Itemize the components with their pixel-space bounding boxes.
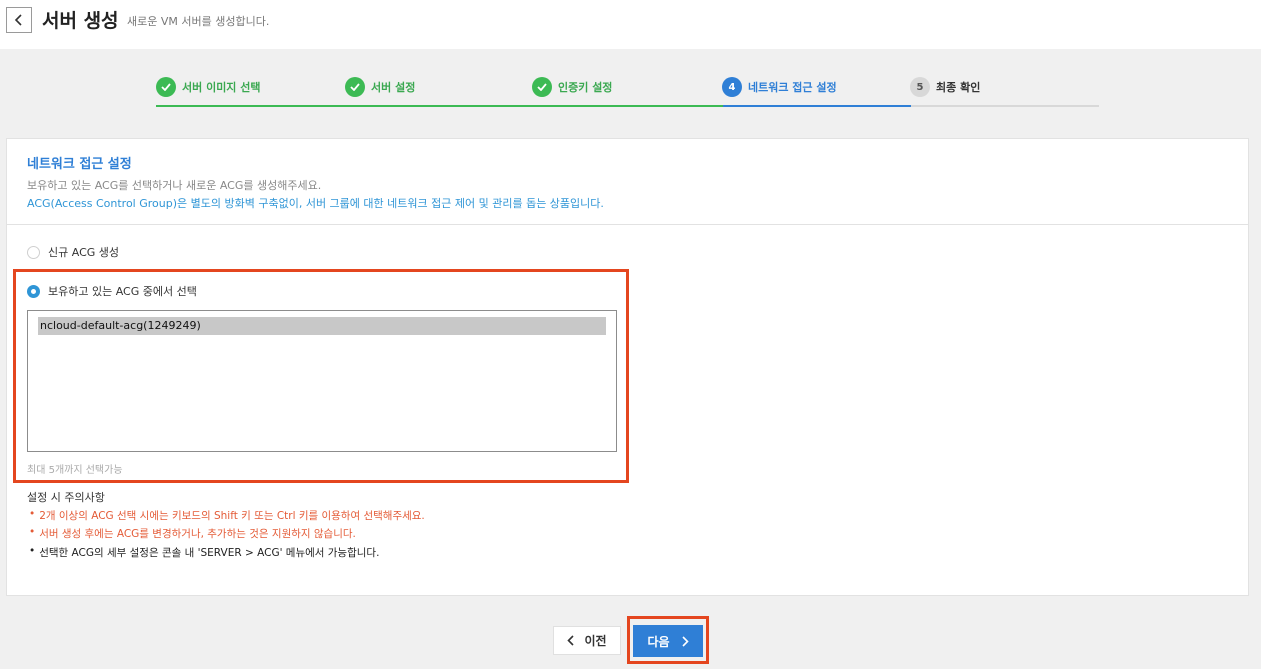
next-button-label: 다음	[647, 634, 670, 649]
step-number: 5	[910, 77, 930, 97]
note-text: 서버 생성 후에는 ACG를 변경하거나, 추가하는 것은 지원하지 않습니다.	[39, 528, 356, 540]
note-text: 선택한 ACG의 세부 설정은 콘솔 내 'SERVER > ACG' 메뉴에서…	[39, 547, 380, 559]
chevron-left-icon	[567, 635, 575, 646]
bullet: •	[29, 526, 36, 538]
step-server-settings[interactable]: 서버 설정	[345, 77, 415, 107]
radio-label: 신규 ACG 생성	[48, 246, 120, 259]
note-item: • 서버 생성 후에는 ACG를 변경하거나, 추가하는 것은 지원하지 않습니…	[29, 526, 356, 541]
step-label: 최종 확인	[936, 81, 981, 94]
stepper: 서버 이미지 선택 서버 설정 인증키 설정 4 네트워크 접근 설정 5 최종…	[156, 77, 1099, 107]
check-icon	[532, 77, 552, 97]
back-button[interactable]	[6, 7, 32, 33]
radio-new-acg[interactable]: 신규 ACG 생성	[27, 244, 119, 260]
step-final-confirm[interactable]: 5 최종 확인	[910, 77, 980, 107]
check-icon	[156, 77, 176, 97]
note-item: • 선택한 ACG의 세부 설정은 콘솔 내 'SERVER > ACG' 메뉴…	[29, 545, 379, 560]
check-icon	[345, 77, 365, 97]
step-server-image[interactable]: 서버 이미지 선택	[156, 77, 261, 107]
chevron-right-icon	[681, 635, 689, 647]
step-label: 서버 이미지 선택	[182, 81, 261, 94]
section-info: ACG(Access Control Group)은 별도의 방화벽 구축없이,…	[27, 197, 604, 210]
note-text: 2개 이상의 ACG 선택 시에는 키보드의 Shift 키 또는 Ctrl 키…	[39, 510, 425, 522]
section-description: 보유하고 있는 ACG를 선택하거나 새로운 ACG를 생성해주세요.	[27, 179, 322, 192]
prev-button[interactable]: 이전	[553, 626, 621, 655]
prev-button-label: 이전	[584, 634, 607, 648]
top-bar: 서버 생성 새로운 VM 서버를 생성합니다.	[0, 0, 1261, 49]
radio-button[interactable]	[27, 245, 40, 259]
notes-title: 설정 시 주의사항	[27, 491, 105, 504]
section-title: 네트워크 접근 설정	[27, 157, 132, 172]
page-title: 서버 생성	[42, 10, 119, 32]
acg-selection-highlight	[13, 269, 629, 483]
next-button[interactable]: 다음	[633, 625, 703, 657]
bullet: •	[29, 545, 36, 557]
step-label: 네트워크 접근 설정	[748, 81, 837, 94]
chevron-left-icon	[14, 14, 22, 26]
step-auth-key[interactable]: 인증키 설정	[532, 77, 612, 107]
step-network-access[interactable]: 4 네트워크 접근 설정	[722, 77, 837, 107]
step-label: 서버 설정	[371, 81, 416, 94]
note-item: • 2개 이상의 ACG 선택 시에는 키보드의 Shift 키 또는 Ctrl…	[29, 508, 425, 523]
step-label: 인증키 설정	[558, 81, 613, 94]
card-header: 네트워크 접근 설정 보유하고 있는 ACG를 선택하거나 새로운 ACG를 생…	[7, 139, 1248, 225]
step-number: 4	[722, 77, 742, 97]
bullet: •	[29, 508, 36, 520]
page-subtitle: 새로운 VM 서버를 생성합니다.	[127, 15, 270, 28]
